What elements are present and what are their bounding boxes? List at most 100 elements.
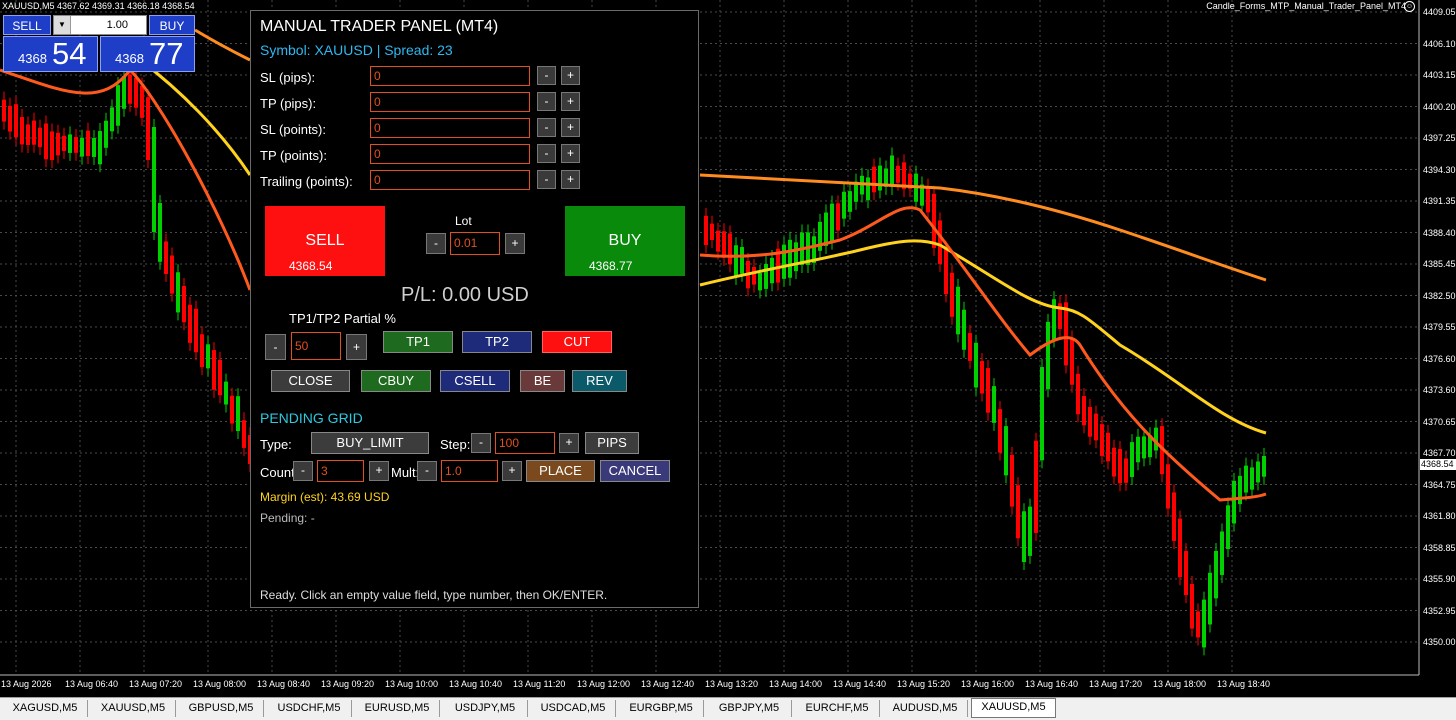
place-button[interactable]: PLACE — [526, 460, 595, 482]
mult-plus[interactable]: + — [502, 461, 522, 481]
candle-body — [1220, 531, 1224, 575]
type-button[interactable]: BUY_LIMIT — [311, 432, 429, 454]
pl-display: P/L: 0.00 USD — [401, 284, 529, 306]
candle-body — [758, 272, 762, 291]
symbol-tab[interactable]: EURCHF,M5 — [795, 700, 880, 717]
one-click-panel: SELL ▼ 1.00 BUY 4368 54 4368 77 — [3, 15, 195, 73]
csell-button[interactable]: CSELL — [440, 370, 510, 392]
time-label: 13 Aug 14:00 — [769, 679, 823, 689]
oneclick-sell-price[interactable]: 4368 54 — [3, 36, 98, 72]
symbol-tab[interactable]: XAGUSD,M5 — [3, 700, 88, 717]
candle-body — [164, 241, 168, 275]
tp-pips-plus[interactable]: + — [561, 92, 580, 111]
candle-body — [992, 386, 996, 423]
tp-points-field[interactable]: 0 — [370, 144, 530, 164]
symbol-tab[interactable]: GBPJPY,M5 — [707, 700, 792, 717]
symbol-tab[interactable]: USDJPY,M5 — [443, 700, 528, 717]
tp-points-minus[interactable]: - — [537, 144, 556, 163]
sl-points-field[interactable]: 0 — [370, 118, 530, 138]
cut-button[interactable]: CUT — [542, 331, 612, 353]
time-label: 13 Aug 10:00 — [385, 679, 439, 689]
time-label: 13 Aug 10:40 — [449, 679, 503, 689]
candle-body — [980, 361, 984, 394]
lot-plus[interactable]: + — [505, 233, 525, 254]
oneclick-buy-button[interactable]: BUY — [149, 15, 195, 35]
symbol-tab[interactable]: USDCHF,M5 — [267, 700, 352, 717]
mult-field[interactable]: 1.0 — [441, 460, 498, 482]
count-plus[interactable]: + — [369, 461, 389, 481]
lot-minus[interactable]: - — [426, 233, 446, 254]
candle-body — [836, 203, 840, 231]
candle-body — [1196, 611, 1200, 638]
count-field[interactable]: 3 — [317, 460, 364, 482]
candle-body — [176, 272, 180, 313]
oneclick-sell-button[interactable]: SELL — [3, 15, 51, 35]
partial-field[interactable]: 50 — [291, 332, 341, 360]
oneclick-lot-field[interactable]: ▼ 1.00 — [53, 15, 147, 35]
trailing-points-minus[interactable]: - — [537, 170, 556, 189]
candle-body — [1214, 550, 1218, 599]
count-minus[interactable]: - — [293, 461, 313, 481]
step-minus[interactable]: - — [471, 433, 491, 453]
symbol-tab[interactable]: EURUSD,M5 — [355, 700, 440, 717]
symbol-tab[interactable]: USDCAD,M5 — [531, 700, 616, 717]
cancel-button[interactable]: CANCEL — [600, 460, 670, 482]
tp-pips-field[interactable]: 0 — [370, 92, 530, 112]
buy-price-small: 4368 — [115, 51, 144, 66]
tp2-button[interactable]: TP2 — [462, 331, 532, 353]
symbol-tab[interactable]: EURGBP,M5 — [619, 700, 704, 717]
close-button[interactable]: CLOSE — [271, 370, 350, 392]
sl-points-plus[interactable]: + — [561, 118, 580, 137]
tp-pips-minus[interactable]: - — [537, 92, 556, 111]
partial-minus[interactable]: - — [265, 334, 286, 360]
step-field[interactable]: 100 — [495, 432, 555, 454]
sl-pips-plus[interactable]: + — [561, 66, 580, 85]
candle-body — [158, 203, 162, 262]
candle-body — [962, 309, 966, 350]
step-plus[interactable]: + — [559, 433, 579, 453]
sell-button[interactable]: SELL 4368.54 — [265, 206, 385, 276]
mult-minus[interactable]: - — [417, 461, 437, 481]
trailing-points-label: Trailing (points): — [260, 174, 353, 189]
sl-points-minus[interactable]: - — [537, 118, 556, 137]
manual-trader-panel: MANUAL TRADER PANEL (MT4) Symbol: XAUUSD… — [250, 10, 699, 608]
price-label: 4370.65 — [1423, 416, 1456, 427]
price-label: 4409.05 — [1423, 7, 1456, 17]
candle-body — [1106, 432, 1110, 462]
symbol-tab[interactable]: GBPUSD,M5 — [179, 700, 264, 717]
candle-body — [788, 239, 792, 278]
candle-body — [1004, 426, 1008, 476]
candle-body — [1142, 436, 1146, 459]
candle-body — [716, 230, 720, 252]
candle-body — [98, 131, 102, 165]
candle-body — [1184, 551, 1188, 596]
oneclick-buy-price[interactable]: 4368 77 — [100, 36, 195, 72]
candle-body — [128, 74, 132, 104]
candle-body — [728, 233, 732, 265]
cbuy-button[interactable]: CBUY — [361, 370, 431, 392]
tp1-button[interactable]: TP1 — [383, 331, 453, 353]
lot-field[interactable]: 0.01 — [450, 232, 500, 255]
trailing-points-field[interactable]: 0 — [370, 170, 530, 190]
candle-body — [932, 193, 936, 248]
candle-body — [8, 105, 12, 132]
candle-body — [944, 248, 948, 295]
trailing-points-plus[interactable]: + — [561, 170, 580, 189]
partial-plus[interactable]: + — [346, 334, 367, 360]
candle-body — [206, 344, 210, 369]
be-button[interactable]: BE — [520, 370, 565, 392]
symbol-tab[interactable]: XAUUSD,M5 — [971, 698, 1056, 718]
price-chart[interactable] — [0, 0, 1456, 720]
buy-button[interactable]: BUY 4368.77 — [565, 206, 685, 276]
sl-pips-minus[interactable]: - — [537, 66, 556, 85]
symbol-tab[interactable]: AUDUSD,M5 — [883, 700, 968, 717]
symbol-tab[interactable]: XAUUSD,M5 — [91, 700, 176, 717]
sl-pips-field[interactable]: 0 — [370, 66, 530, 86]
candle-body — [152, 127, 156, 233]
pips-button[interactable]: PIPS — [585, 432, 639, 454]
rev-button[interactable]: REV — [572, 370, 627, 392]
price-label: 4400.20 — [1423, 101, 1456, 112]
tp-points-plus[interactable]: + — [561, 144, 580, 163]
dropdown-arrow-icon[interactable]: ▼ — [54, 16, 71, 34]
candle-body — [1226, 505, 1230, 550]
